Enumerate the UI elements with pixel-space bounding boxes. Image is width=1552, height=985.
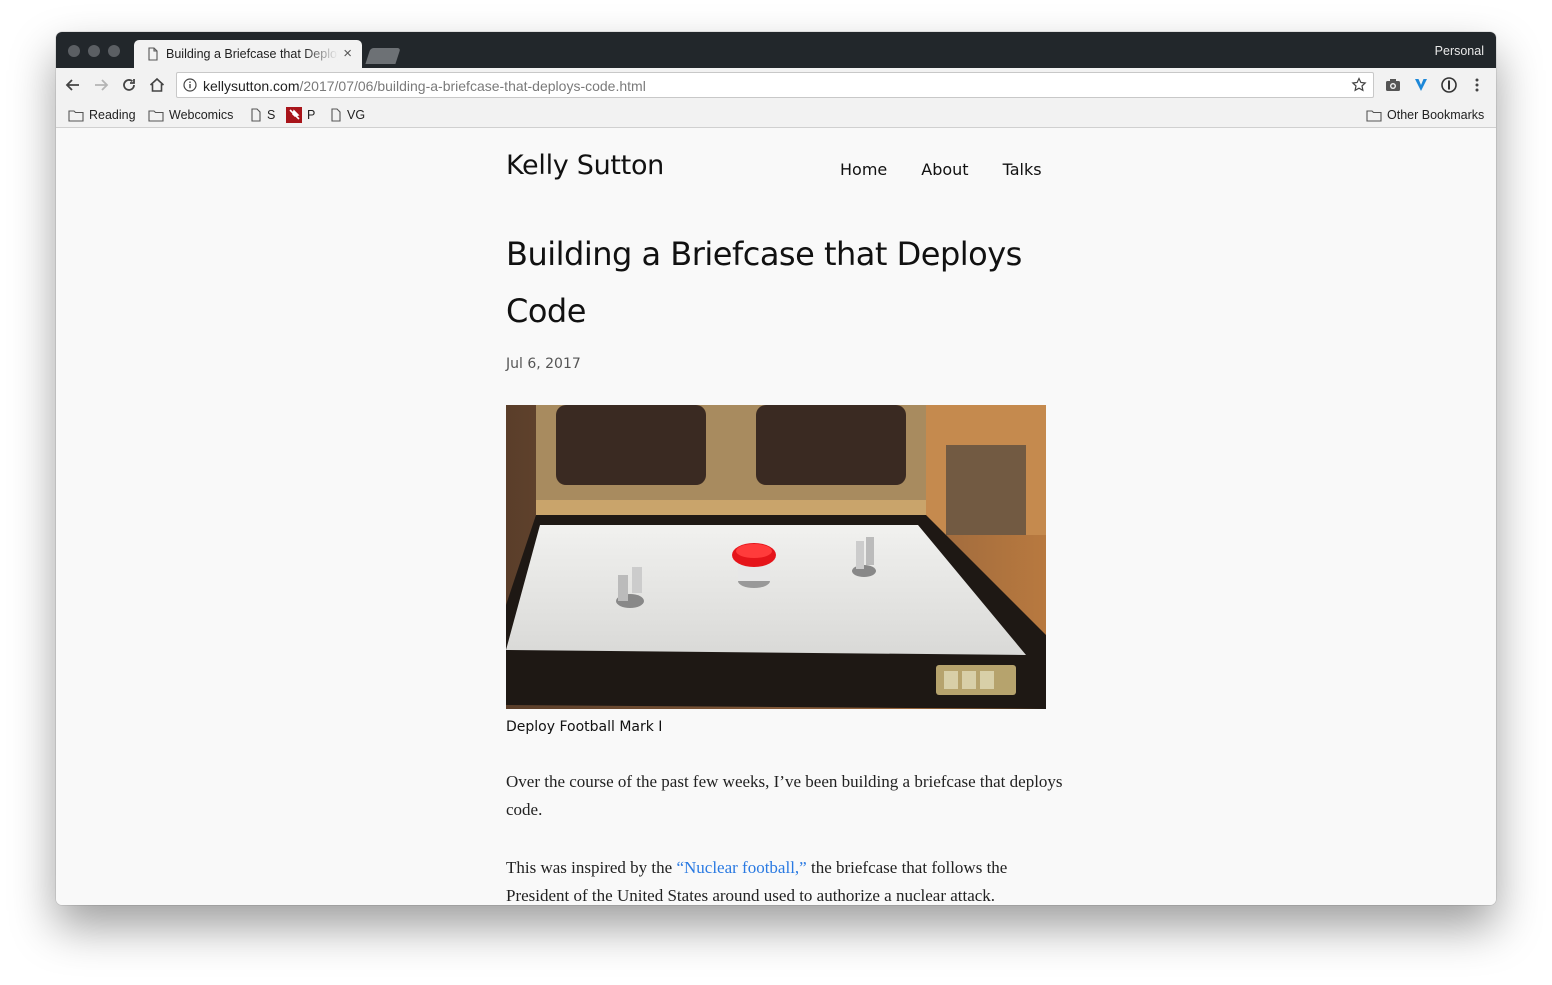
- paragraph-2: This was inspired by the “Nuclear footba…: [506, 854, 1066, 905]
- bookmarks-bar: Reading Webcomics S P VG Other Bookmarks: [56, 102, 1496, 128]
- page-icon: [148, 47, 158, 61]
- post-title: Building a Briefcase that Deploys Code: [506, 235, 1022, 330]
- image-caption: Deploy Football Mark I: [506, 719, 663, 735]
- minimize-window-button[interactable]: [88, 45, 100, 57]
- menu-kebab-icon[interactable]: [1468, 76, 1486, 94]
- address-text[interactable]: kellysutton.com/2017/07/06/building-a-br…: [203, 78, 646, 94]
- briefcase-photo: [506, 405, 1046, 709]
- site-info-icon[interactable]: [183, 78, 197, 92]
- paragraph-1: Over the course of the past few weeks, I…: [506, 772, 1063, 819]
- bookmark-p[interactable]: P: [286, 107, 315, 123]
- browser-window: Building a Briefcase that Deploys Code ×…: [56, 32, 1496, 905]
- bookmark-label: Reading: [89, 108, 136, 122]
- post-date: Jul 6, 2017: [506, 356, 581, 372]
- tab-title: Building a Briefcase that Deploys Code: [166, 47, 338, 61]
- bookmark-reading[interactable]: Reading: [68, 107, 136, 123]
- bookmark-label: S: [267, 108, 276, 122]
- bookmark-other[interactable]: Other Bookmarks: [1366, 107, 1484, 123]
- bookmark-vg[interactable]: VG: [330, 107, 365, 123]
- bookmark-label: VG: [347, 108, 366, 122]
- address-bar[interactable]: kellysutton.com/2017/07/06/building-a-br…: [176, 72, 1374, 98]
- bookmark-webcomics[interactable]: Webcomics: [148, 107, 233, 123]
- back-arrow-icon[interactable]: [64, 76, 82, 94]
- nav-about[interactable]: About: [921, 160, 968, 179]
- page-icon: [331, 108, 341, 122]
- profile-button[interactable]: Personal: [1435, 44, 1484, 58]
- url-path: /2017/07/06/building-a-briefcase-that-de…: [299, 78, 646, 94]
- nav-home[interactable]: Home: [840, 160, 887, 179]
- site-title[interactable]: Kelly Sutton: [506, 150, 664, 181]
- bookmark-label: Other Bookmarks: [1387, 108, 1485, 122]
- url-domain: kellysutton.com: [203, 78, 300, 94]
- folder-icon: [68, 109, 84, 122]
- reload-icon[interactable]: [120, 76, 138, 94]
- vimium-extension-icon[interactable]: [1412, 76, 1430, 94]
- site-nav: Home About Talks: [840, 160, 1076, 179]
- nav-talks[interactable]: Talks: [1003, 160, 1042, 179]
- page-icon: [251, 108, 261, 122]
- page-content: Kelly Sutton Home About Talks Building a…: [56, 128, 1496, 905]
- folder-icon: [148, 109, 164, 122]
- folder-icon: [1366, 109, 1382, 122]
- paragraph-2-text-start: This was inspired by the: [506, 858, 677, 877]
- browser-toolbar: kellysutton.com/2017/07/06/building-a-br…: [56, 68, 1496, 102]
- forward-arrow-icon[interactable]: [92, 76, 110, 94]
- home-icon[interactable]: [148, 76, 166, 94]
- title-bar: Building a Briefcase that Deploys Code ×…: [56, 32, 1496, 68]
- new-tab-button[interactable]: [365, 48, 401, 64]
- tab-close-icon[interactable]: ×: [343, 46, 352, 61]
- browser-tab[interactable]: Building a Briefcase that Deploys Code ×: [134, 40, 362, 68]
- bookmark-star-icon[interactable]: [1351, 77, 1367, 93]
- zoom-window-button[interactable]: [108, 45, 120, 57]
- pinboard-icon: [286, 107, 302, 123]
- nuclear-football-link[interactable]: “Nuclear football,”: [676, 858, 806, 877]
- camera-extension-icon[interactable]: [1384, 76, 1402, 94]
- close-window-button[interactable]: [68, 45, 80, 57]
- password-manager-icon[interactable]: [1440, 76, 1458, 94]
- bookmark-s[interactable]: S: [250, 107, 275, 123]
- bookmark-label: P: [307, 108, 316, 122]
- bookmark-label: Webcomics: [169, 108, 234, 122]
